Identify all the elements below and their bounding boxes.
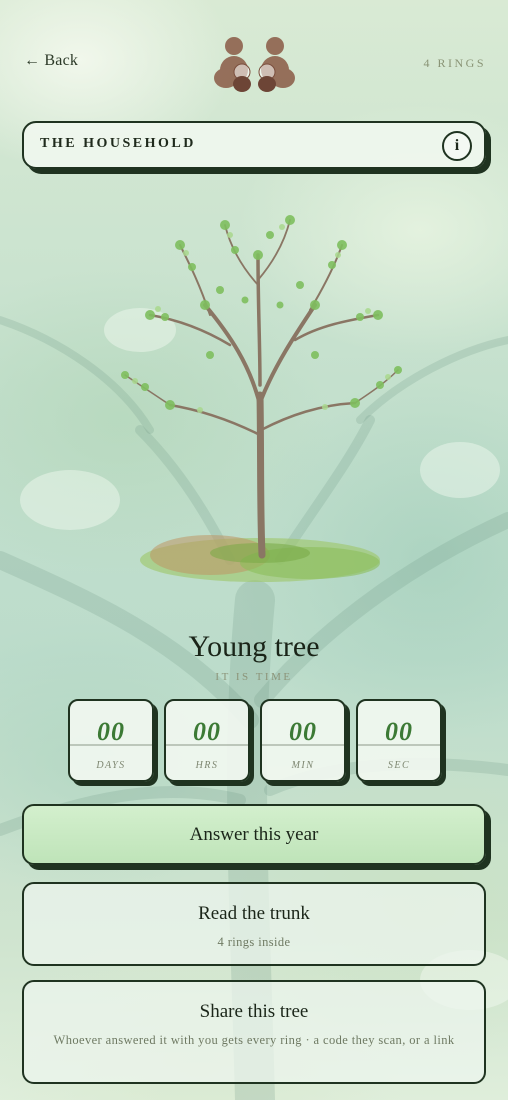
share-tree-label: Share this tree xyxy=(199,1001,309,1022)
countdown-seconds: 00 SEC xyxy=(356,699,442,782)
stage-title: Young tree xyxy=(188,630,320,663)
countdown-unit: HRS xyxy=(195,760,219,771)
share-tree-button[interactable]: Share this tree Whoever answered it with… xyxy=(22,980,486,1084)
countdown-value: 00 xyxy=(97,717,125,746)
household-title: THE HOUSEHOLD xyxy=(40,136,196,151)
share-tree-subtitle: Whoever answered it with you gets every … xyxy=(53,1033,455,1047)
read-trunk-label: Read the trunk xyxy=(198,903,310,924)
countdown-value: 00 xyxy=(385,717,413,746)
read-trunk-button[interactable]: Read the trunk 4 rings inside xyxy=(22,882,486,966)
countdown-value: 00 xyxy=(289,717,317,746)
info-icon[interactable]: i xyxy=(442,131,472,161)
answer-button-label: Answer this year xyxy=(189,824,319,845)
rings-count: 4 RINGS xyxy=(423,56,486,70)
countdown-minutes: 00 MIN xyxy=(260,699,346,782)
countdown-timer: 00 DAYS 00 HRS 00 MIN 00 SEC xyxy=(68,699,444,785)
countdown-hours: 00 HRS xyxy=(164,699,250,782)
household-bar: THE HOUSEHOLD i xyxy=(22,121,486,169)
countdown-unit: SEC xyxy=(387,760,411,771)
countdown-days: 00 DAYS xyxy=(68,699,154,782)
back-link[interactable]: ← Back xyxy=(24,52,78,70)
answer-this-year-button[interactable]: Answer this year xyxy=(22,804,486,865)
read-trunk-subtitle: 4 rings inside xyxy=(217,935,291,949)
young-tree-illustration xyxy=(121,215,402,582)
countdown-value: 00 xyxy=(193,717,221,746)
countdown-unit: MIN xyxy=(291,760,315,771)
countdown-unit: DAYS xyxy=(96,760,126,771)
stage-subtitle: IT IS TIME xyxy=(215,671,293,683)
household-members-icon xyxy=(212,34,298,96)
